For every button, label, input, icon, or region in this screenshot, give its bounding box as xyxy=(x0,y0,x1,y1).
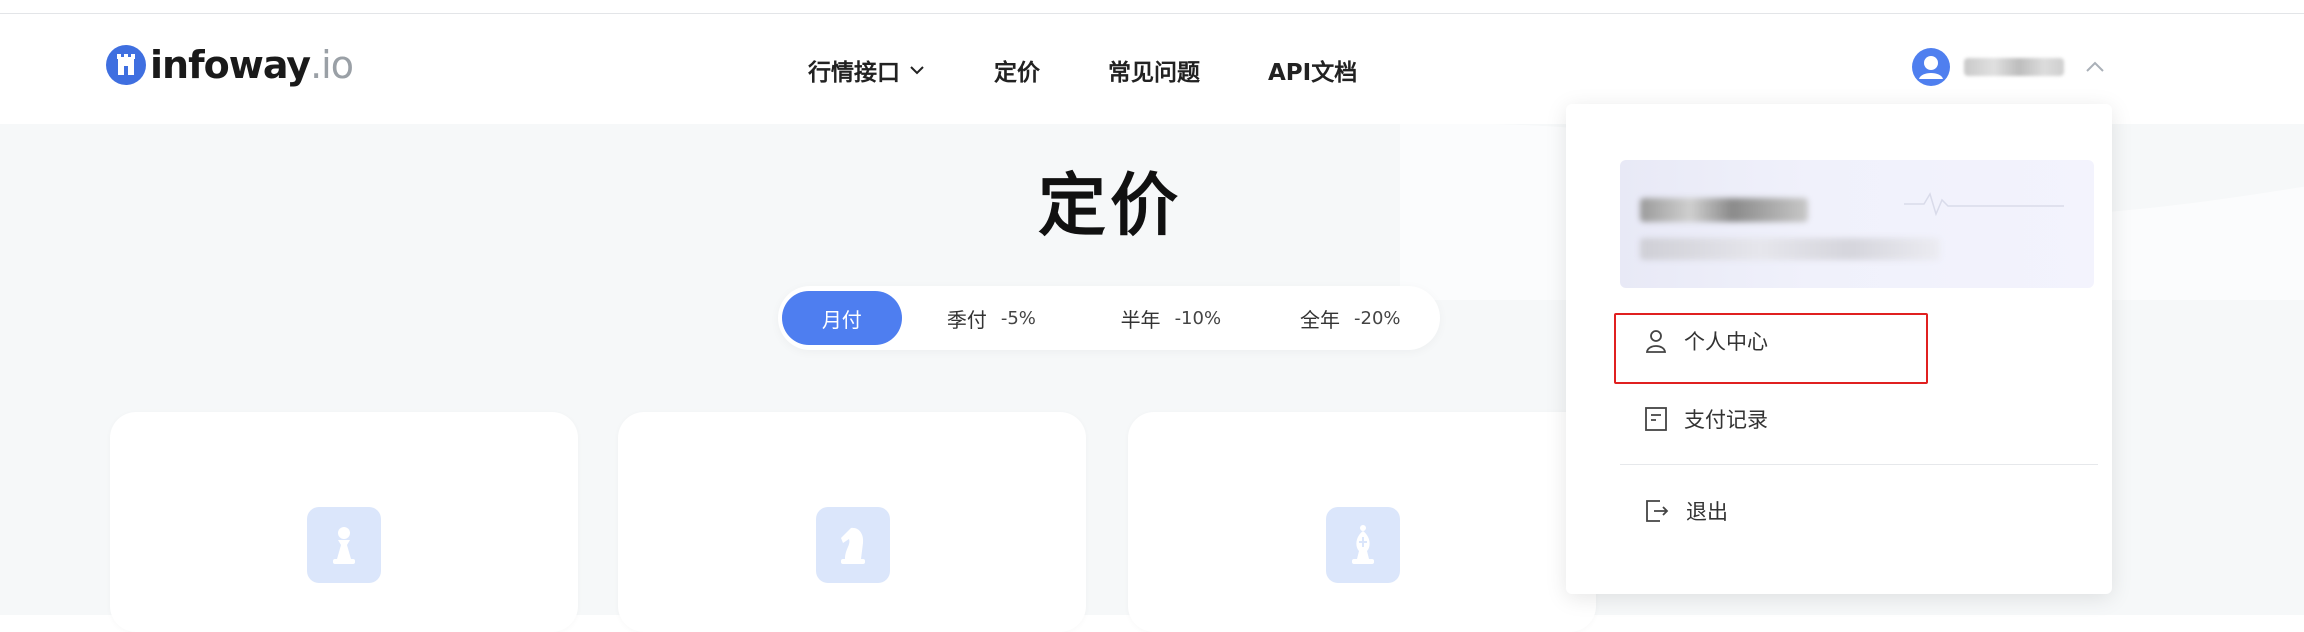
tab-label: 半年 xyxy=(1120,307,1161,332)
logout-icon xyxy=(1646,500,1669,522)
nav-item-market-api[interactable]: 行情接口 xyxy=(808,53,926,87)
nav-item-label: 定价 xyxy=(994,60,1040,86)
nav-item-label: 常见问题 xyxy=(1108,60,1200,86)
pawn-icon xyxy=(307,507,381,583)
knight-icon xyxy=(816,507,890,583)
nav-item-api-docs[interactable]: API文档 xyxy=(1268,53,1357,87)
tab-discount: -20% xyxy=(1354,307,1401,329)
nav-item-label: 行情接口 xyxy=(808,60,900,86)
highlight-box xyxy=(1614,313,1928,384)
tab-label: 全年 xyxy=(1300,307,1341,332)
username-blurred xyxy=(1964,58,2064,76)
tab-quarterly[interactable]: 季付 -5% xyxy=(902,291,1081,345)
castle-logo-icon xyxy=(106,45,146,85)
site-logo[interactable]: infoway .io xyxy=(106,40,354,90)
logo-suffix: .io xyxy=(310,43,354,87)
decorative-wave xyxy=(1904,192,2064,217)
nav-item-faq[interactable]: 常见问题 xyxy=(1108,53,1200,87)
tab-label: 月付 xyxy=(821,307,862,332)
menu-item-label: 支付记录 xyxy=(1684,408,1768,432)
profile-summary xyxy=(1620,160,2094,288)
billing-period-switch: 月付 季付 -5% 半年 -10% 全年 -20% xyxy=(778,286,1440,350)
bishop-icon xyxy=(1326,507,1400,583)
tab-yearly[interactable]: 全年 -20% xyxy=(1261,291,1440,345)
page-title: 定价 xyxy=(1037,167,1182,246)
main-nav: 行情接口 定价 常见问题 API文档 xyxy=(808,50,1425,90)
tab-monthly[interactable]: 月付 xyxy=(782,291,902,345)
menu-item-logout[interactable]: 退出 xyxy=(1644,496,1728,526)
menu-divider xyxy=(1620,464,2098,465)
menu-item-label: 退出 xyxy=(1686,500,1728,524)
tab-discount: -10% xyxy=(1174,307,1222,329)
nav-item-label: API文档 xyxy=(1268,60,1358,86)
profile-name-blurred xyxy=(1640,198,1808,222)
receipt-icon xyxy=(1645,407,1667,431)
user-avatar-icon xyxy=(1912,48,1950,86)
logo-text: infoway xyxy=(150,43,311,87)
tab-half-year[interactable]: 半年 -10% xyxy=(1081,291,1260,345)
tab-label: 季付 xyxy=(946,307,987,332)
chevron-up-icon xyxy=(2086,61,2104,72)
browser-top-edge xyxy=(0,0,2304,14)
menu-item-payment-records[interactable]: 支付记录 xyxy=(1644,404,1768,434)
chevron-down-icon xyxy=(910,66,924,75)
user-menu-trigger[interactable] xyxy=(1912,48,2106,86)
tab-discount: -5% xyxy=(1000,307,1036,329)
profile-email-blurred xyxy=(1640,238,1940,260)
nav-item-pricing[interactable]: 定价 xyxy=(994,53,1040,87)
